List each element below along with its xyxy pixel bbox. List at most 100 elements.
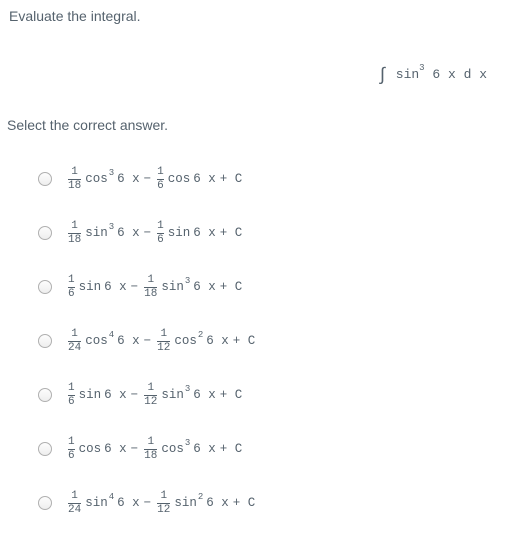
denominator: 18 xyxy=(68,179,81,192)
argument: 6 x xyxy=(117,172,140,186)
option-expression: 16sin6 x−112sin36 x+ C xyxy=(66,383,246,408)
integral-expression: ∫ sin3 6 x d x xyxy=(377,64,487,84)
argument: 6 x xyxy=(117,334,140,348)
option-row: 16sin6 x−112sin36 x+ C xyxy=(38,368,259,422)
trig-term: cos2 xyxy=(174,334,203,348)
integral-sign: ∫ xyxy=(377,66,388,86)
trig-term: sin3 xyxy=(161,280,190,294)
trig-term: sin xyxy=(79,280,102,294)
option-row: 16sin6 x−118sin36 x+ C xyxy=(38,260,259,314)
radio-button[interactable] xyxy=(38,172,52,186)
radio-button[interactable] xyxy=(38,388,52,402)
numerator: 1 xyxy=(68,275,75,287)
radio-button[interactable] xyxy=(38,496,52,510)
integral-func: sin xyxy=(396,67,419,82)
numerator: 1 xyxy=(71,491,78,503)
radio-button[interactable] xyxy=(38,280,52,294)
constant: + C xyxy=(220,226,243,240)
power: 3 xyxy=(185,384,190,394)
denominator: 6 xyxy=(68,287,75,300)
integral-arg: 6 x d x xyxy=(432,67,487,82)
argument: 6 x xyxy=(193,280,216,294)
fraction: 112 xyxy=(144,383,157,408)
fraction: 118 xyxy=(144,275,157,300)
option-row: 118sin36 x−16sin6 x+ C xyxy=(38,206,259,260)
minus-op: − xyxy=(144,226,152,240)
constant: + C xyxy=(233,496,256,510)
option-expression: 118cos36 x−16cos6 x+ C xyxy=(66,167,246,192)
trig-term: cos3 xyxy=(161,442,190,456)
fraction: 124 xyxy=(68,329,81,354)
trig-term: cos xyxy=(168,172,191,186)
denominator: 6 xyxy=(68,395,75,408)
trig-term: cos4 xyxy=(85,334,114,348)
argument: 6 x xyxy=(117,496,140,510)
trig-term: sin xyxy=(79,388,102,402)
fraction: 16 xyxy=(157,221,164,246)
numerator: 1 xyxy=(147,383,154,395)
numerator: 1 xyxy=(68,437,75,449)
trig-term: sin2 xyxy=(174,496,203,510)
radio-button[interactable] xyxy=(38,334,52,348)
power: 4 xyxy=(109,492,114,502)
denominator: 12 xyxy=(157,503,170,516)
constant: + C xyxy=(220,388,243,402)
power: 4 xyxy=(109,330,114,340)
select-prompt: Select the correct answer. xyxy=(7,117,168,133)
denominator: 24 xyxy=(68,341,81,354)
minus-op: − xyxy=(131,442,139,456)
options-list: 118cos36 x−16cos6 x+ C118sin36 x−16sin6 … xyxy=(38,152,259,530)
constant: + C xyxy=(233,334,256,348)
fraction: 112 xyxy=(157,491,170,516)
minus-op: − xyxy=(144,496,152,510)
fraction: 112 xyxy=(157,329,170,354)
option-row: 16cos6 x−118cos36 x+ C xyxy=(38,422,259,476)
numerator: 1 xyxy=(71,329,78,341)
argument: 6 x xyxy=(193,226,216,240)
argument: 6 x xyxy=(193,442,216,456)
argument: 6 x xyxy=(104,388,127,402)
trig-term: sin3 xyxy=(161,388,190,402)
trig-term: sin3 xyxy=(85,226,114,240)
denominator: 6 xyxy=(68,449,75,462)
numerator: 1 xyxy=(160,329,167,341)
fraction: 118 xyxy=(68,221,81,246)
numerator: 1 xyxy=(157,167,164,179)
trig-term: cos xyxy=(79,442,102,456)
power: 3 xyxy=(109,168,114,178)
argument: 6 x xyxy=(104,280,127,294)
argument: 6 x xyxy=(206,496,229,510)
option-expression: 124cos46 x−112cos26 x+ C xyxy=(66,329,259,354)
integral-power: 3 xyxy=(419,63,424,73)
denominator: 18 xyxy=(144,287,157,300)
option-row: 124sin46 x−112sin26 x+ C xyxy=(38,476,259,530)
option-expression: 16sin6 x−118sin36 x+ C xyxy=(66,275,246,300)
numerator: 1 xyxy=(68,383,75,395)
numerator: 1 xyxy=(160,491,167,503)
denominator: 12 xyxy=(144,395,157,408)
trig-term: sin4 xyxy=(85,496,114,510)
option-expression: 16cos6 x−118cos36 x+ C xyxy=(66,437,246,462)
power: 3 xyxy=(109,222,114,232)
constant: + C xyxy=(220,172,243,186)
fraction: 16 xyxy=(68,383,75,408)
minus-op: − xyxy=(131,388,139,402)
fraction: 16 xyxy=(68,437,75,462)
option-expression: 124sin46 x−112sin26 x+ C xyxy=(66,491,259,516)
denominator: 18 xyxy=(68,233,81,246)
power: 2 xyxy=(198,330,203,340)
option-row: 124cos46 x−112cos26 x+ C xyxy=(38,314,259,368)
power: 3 xyxy=(185,438,190,448)
numerator: 1 xyxy=(71,167,78,179)
radio-button[interactable] xyxy=(38,226,52,240)
option-expression: 118sin36 x−16sin6 x+ C xyxy=(66,221,246,246)
fraction: 16 xyxy=(157,167,164,192)
radio-button[interactable] xyxy=(38,442,52,456)
fraction: 16 xyxy=(68,275,75,300)
argument: 6 x xyxy=(193,172,216,186)
fraction: 118 xyxy=(68,167,81,192)
denominator: 6 xyxy=(157,179,164,192)
numerator: 1 xyxy=(147,275,154,287)
fraction: 124 xyxy=(68,491,81,516)
trig-term: sin xyxy=(168,226,191,240)
